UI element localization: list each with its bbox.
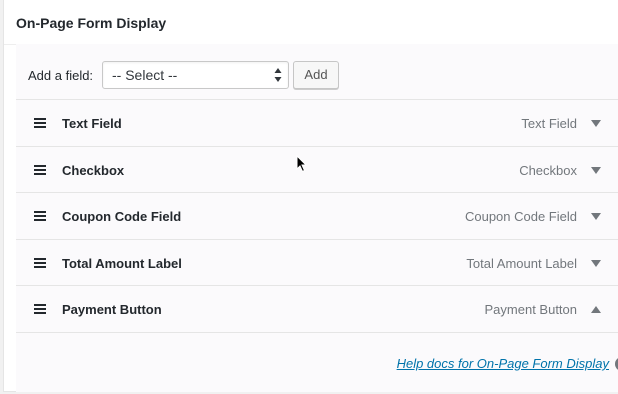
field-type: Text Field: [521, 116, 577, 131]
form-display-panel: On-Page Form Display Add a field: -- Sel…: [3, 0, 618, 392]
field-row-checkbox[interactable]: Checkbox Checkbox: [16, 147, 618, 193]
field-row-text-field[interactable]: Text Field Text Field: [16, 100, 618, 147]
field-row-total-amount-label[interactable]: Total Amount Label Total Amount Label: [16, 240, 618, 286]
field-name: Total Amount Label: [62, 255, 182, 271]
field-name: Payment Button: [62, 302, 162, 317]
mouse-pointer-icon: [296, 155, 307, 173]
triangle-down-icon[interactable]: [591, 166, 601, 174]
select-arrows-icon: [274, 68, 282, 82]
field-type: Coupon Code Field: [464, 209, 577, 224]
triangle-down-icon[interactable]: [591, 213, 601, 220]
add-field-row: Add a field: -- Select -- Add: [16, 44, 618, 100]
panel-body: Add a field: -- Select -- Add Text Field…: [16, 44, 618, 392]
field-name: Checkbox: [62, 162, 125, 178]
field-name: Coupon Code Field: [62, 209, 182, 224]
drag-handle-icon[interactable]: [34, 211, 46, 221]
triangle-down-icon[interactable]: [591, 259, 601, 267]
panel-title: On-Page Form Display: [16, 15, 167, 31]
triangle-up-icon[interactable]: [591, 306, 601, 313]
field-type: Total Amount Label: [466, 255, 577, 271]
field-type: Checkbox: [519, 162, 577, 178]
drag-handle-icon[interactable]: [34, 257, 46, 268]
add-field-button[interactable]: Add: [293, 61, 339, 89]
drag-handle-icon[interactable]: [34, 118, 46, 128]
field-list: Text Field Text Field Checkbox Checkbox …: [16, 100, 618, 333]
drag-handle-icon[interactable]: [34, 164, 46, 175]
field-type: Payment Button: [484, 302, 578, 317]
triangle-down-icon[interactable]: [591, 120, 601, 127]
select-value: -- Select --: [112, 67, 178, 83]
field-row-payment-button[interactable]: Payment Button Payment Button: [16, 286, 618, 333]
drag-handle-icon[interactable]: [34, 304, 46, 314]
add-field-label: Add a field:: [28, 68, 94, 83]
field-row-coupon-code-field[interactable]: Coupon Code Field Coupon Code Field: [16, 193, 618, 240]
field-type-select[interactable]: -- Select --: [102, 61, 289, 89]
help-docs-link[interactable]: Help docs for On-Page Form Display: [397, 356, 609, 371]
field-name: Text Field: [62, 116, 122, 131]
